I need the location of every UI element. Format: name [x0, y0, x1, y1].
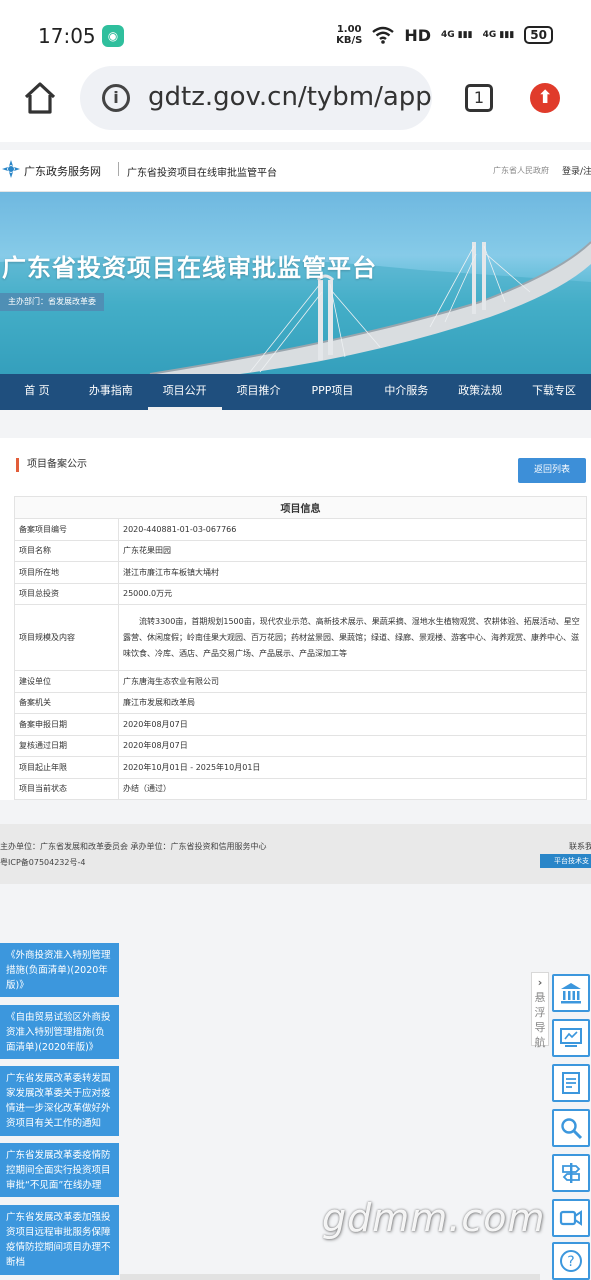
- home-icon[interactable]: [22, 80, 58, 116]
- row-value: 2020年08月07日: [118, 713, 587, 736]
- clock: 17:05: [38, 24, 96, 48]
- nav-ppp[interactable]: PPP项目: [296, 374, 370, 410]
- svg-text:?: ?: [567, 1254, 574, 1270]
- table-row: 项目规模及内容 流转3300亩，首期规划1500亩，现代农业示范、高新技术展示、果…: [14, 604, 587, 671]
- bridge-illustration: [0, 241, 591, 374]
- row-label: 项目名称: [14, 539, 119, 562]
- footer-icp[interactable]: 粤ICP备07504232号-4: [0, 857, 85, 868]
- tab-count-button[interactable]: 1: [465, 84, 493, 112]
- wifi-icon: [372, 26, 395, 44]
- table-row: 备案申报日期 2020年08月07日: [14, 713, 587, 736]
- screen-icon[interactable]: [552, 1019, 590, 1057]
- table-row: 项目所在地 湛江市廉江市车板镇大埇村: [14, 561, 587, 584]
- browser-toolbar: i gdtz.gov.cn/tybm/apply 1 ⬆: [0, 64, 591, 142]
- table-row: 备案机关 廉江市发展和改革局: [14, 691, 587, 714]
- row-label: 项目当前状态: [14, 777, 119, 800]
- help-icon[interactable]: ?: [552, 1242, 590, 1280]
- news-item[interactable]: 《外商投资准入特别管理措施(负面清单)(2020年版)》: [0, 943, 119, 997]
- news-item[interactable]: 广东省发展改革委疫情防控期间全面实行投资项目审批“不见面”在线办理: [0, 1143, 119, 1197]
- row-label: 项目所在地: [14, 561, 119, 584]
- nav-agency-service[interactable]: 中介服务: [369, 374, 443, 410]
- app-notification-icon: ◉: [102, 25, 124, 47]
- banner-host-label: 主办部门：省发展改革委: [0, 293, 104, 311]
- row-label: 备案申报日期: [14, 713, 119, 736]
- tech-support-badge[interactable]: 平台技术支: [540, 854, 591, 868]
- table-row: 建设单位 广东唐海生态农业有限公司: [14, 670, 587, 693]
- nav-download[interactable]: 下载专区: [517, 374, 591, 410]
- watermark: gdmm.com: [322, 1196, 546, 1240]
- table-row: 项目总投资 25000.0万元: [14, 582, 587, 605]
- site-header: 广东政务服务网 广东省投资项目在线审批监管平台 广东省人民政府 登录/注: [0, 150, 591, 192]
- row-value: 2020年10月01日 - 2025年10月01日: [118, 756, 587, 779]
- row-value: 广东唐海生态农业有限公司: [118, 670, 587, 693]
- row-value: 25000.0万元: [118, 582, 587, 605]
- footer-contact[interactable]: 联系我: [569, 841, 591, 852]
- signal-4g-2: 4G ▮▮▮: [482, 30, 515, 40]
- row-value: 广东花果田园: [118, 539, 587, 562]
- nav-project-public[interactable]: 项目公开: [147, 374, 222, 410]
- document-icon[interactable]: [552, 1064, 590, 1102]
- project-card: 项目备案公示 返回列表 项目信息 备案项目编号 2020-440881-01-03…: [0, 438, 591, 800]
- row-value: 2020-440881-01-03-067766: [118, 518, 587, 541]
- footer-host: 主办单位：广东省发展和改革委员会 承办单位：广东省投资和信用服务中心: [0, 842, 267, 851]
- hd-indicator: HD: [404, 25, 431, 45]
- table-header: 项目信息: [14, 496, 587, 519]
- status-icons: 1.00 KB/S HD 4G ▮▮▮ 4G ▮▮▮ 50: [336, 24, 553, 46]
- back-to-list-button[interactable]: 返回列表: [518, 458, 586, 483]
- row-value: 廉江市发展和改革局: [118, 691, 587, 714]
- scroll-strip: [120, 1274, 540, 1280]
- status-bar: 17:05 ◉ 1.00 KB/S HD 4G ▮▮▮ 4G ▮▮▮ 50: [0, 0, 591, 64]
- main-nav: 首 页 办事指南 项目公开 项目推介 PPP项目 中介服务 政策法规 下载专区: [0, 374, 591, 410]
- nav-project-promotion[interactable]: 项目推介: [222, 374, 296, 410]
- login-link[interactable]: 登录/注: [562, 164, 591, 177]
- platform-name: 广东省投资项目在线审批监管平台: [127, 168, 277, 179]
- row-value: 流转3300亩，首期规划1500亩，现代农业示范、高新技术展示、果蔬采摘、湿地水…: [118, 604, 587, 671]
- row-value: 湛江市廉江市车板镇大埇村: [118, 561, 587, 584]
- banner-title: 广东省投资项目在线审批监管平台: [2, 254, 377, 282]
- news-item[interactable]: 广东省发展改革委加强投资项目远程审批服务保障疫情防控期间项目办理不断档: [0, 1205, 119, 1275]
- chevron-right-icon: ›: [537, 976, 543, 989]
- table-row: 备案项目编号 2020-440881-01-03-067766: [14, 518, 587, 541]
- nav-policy[interactable]: 政策法规: [443, 374, 517, 410]
- floating-nav-toggle[interactable]: › 悬浮导航: [531, 972, 549, 1049]
- nav-guide[interactable]: 办事指南: [74, 374, 148, 410]
- bank-icon[interactable]: [552, 974, 590, 1012]
- row-label: 复核通过日期: [14, 734, 119, 757]
- row-label: 项目起止年限: [14, 756, 119, 779]
- row-value: 办结（通过）: [118, 777, 587, 800]
- update-arrow-icon[interactable]: ⬆: [530, 83, 560, 113]
- video-icon[interactable]: [552, 1199, 590, 1237]
- url-text[interactable]: gdtz.gov.cn/tybm/apply: [148, 82, 432, 112]
- row-label: 备案机关: [14, 691, 119, 714]
- search-icon[interactable]: [552, 1109, 590, 1147]
- table-row: 项目当前状态 办结（通过）: [14, 777, 587, 800]
- divider: [118, 162, 119, 176]
- site-name[interactable]: 广东政务服务网: [24, 163, 101, 179]
- hero-banner: 广东省投资项目在线审批监管平台 主办部门：省发展改革委: [0, 192, 591, 374]
- info-icon[interactable]: i: [102, 84, 130, 112]
- project-info-table: 项目信息 备案项目编号 2020-440881-01-03-067766 项目名称…: [14, 496, 587, 800]
- table-row: 项目起止年限 2020年10月01日 - 2025年10月01日: [14, 756, 587, 779]
- nav-home[interactable]: 首 页: [0, 374, 74, 410]
- section-title: 项目备案公示: [16, 458, 87, 472]
- logo-icon: [2, 160, 20, 178]
- news-item[interactable]: 广东省发展改革委转发国家发展改革委关于应对疫情进一步深化改革做好外资项目有关工作…: [0, 1066, 119, 1136]
- row-label: 备案项目编号: [14, 518, 119, 541]
- address-bar[interactable]: i gdtz.gov.cn/tybm/apply: [80, 66, 432, 130]
- news-item[interactable]: 《自由贸易试验区外商投资准入特别管理措施(负面清单)(2020年版)》: [0, 1005, 119, 1059]
- signal-4g-1: 4G ▮▮▮: [440, 30, 473, 40]
- row-label: 建设单位: [14, 670, 119, 693]
- table-row: 项目名称 广东花果田园: [14, 539, 587, 562]
- site-footer: 主办单位：广东省发展和改革委员会 承办单位：广东省投资和信用服务中心 粤ICP备…: [0, 824, 591, 884]
- network-speed: 1.00 KB/S: [336, 24, 363, 46]
- row-label: 项目总投资: [14, 582, 119, 605]
- signpost-icon[interactable]: [552, 1154, 590, 1192]
- gov-link[interactable]: 广东省人民政府: [493, 165, 549, 176]
- table-row: 复核通过日期 2020年08月07日: [14, 734, 587, 757]
- row-value: 2020年08月07日: [118, 734, 587, 757]
- row-label: 项目规模及内容: [14, 604, 119, 671]
- battery-icon: 50: [524, 26, 553, 44]
